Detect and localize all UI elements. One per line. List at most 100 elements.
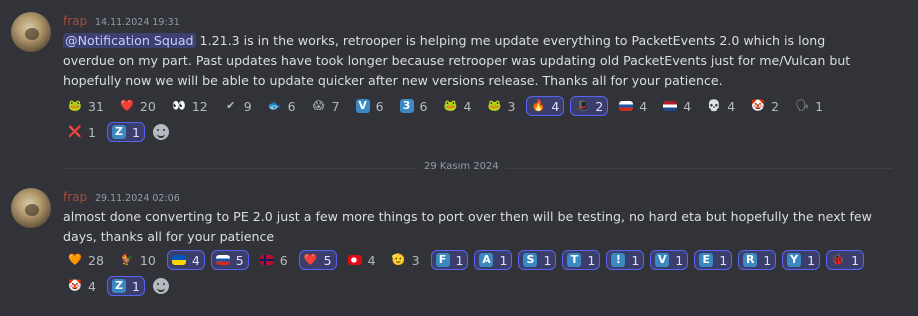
reaction-count: 12 bbox=[191, 98, 208, 114]
reaction-pill[interactable]: 🐸 31 bbox=[63, 96, 109, 116]
reaction-pill[interactable]: ❌ 1 bbox=[63, 122, 101, 142]
reaction-count: 1 bbox=[763, 252, 772, 268]
reaction-emoji: 🤡 bbox=[751, 99, 765, 112]
reaction-pill[interactable]: 🤡 4 bbox=[63, 276, 101, 296]
reaction-pill[interactable]: 👀 12 bbox=[167, 96, 213, 116]
reaction-count: 1 bbox=[131, 124, 140, 140]
reaction-count: 2 bbox=[595, 98, 604, 114]
reaction-pill[interactable]: 🐟 6 bbox=[263, 96, 301, 116]
reaction-emoji: 🐟 bbox=[267, 99, 282, 112]
reaction-emoji: V bbox=[355, 99, 370, 113]
reaction-count: 7 bbox=[331, 98, 340, 114]
timestamp: 29.11.2024 02:06 bbox=[94, 193, 180, 204]
reaction-emoji: 🔥 bbox=[531, 99, 546, 112]
reaction-pill[interactable]: 🔥 4 bbox=[526, 96, 565, 116]
add-reaction-icon[interactable] bbox=[152, 278, 169, 294]
reaction-pill[interactable]: 5 bbox=[210, 250, 249, 270]
reaction-pill[interactable]: F1 bbox=[430, 250, 469, 270]
reaction-emoji bbox=[171, 255, 186, 265]
reaction-count: 5 bbox=[323, 252, 332, 268]
reaction-count: 6 bbox=[287, 98, 296, 114]
reaction-pill[interactable]: 🎩 2 bbox=[570, 96, 609, 116]
message-header: frap 14.11.2024 19:31 bbox=[63, 14, 180, 28]
reaction-emoji bbox=[215, 255, 230, 265]
reaction-count: 4 bbox=[551, 98, 560, 114]
avatar[interactable] bbox=[11, 12, 51, 52]
reaction-pill[interactable]: 6 bbox=[255, 250, 293, 270]
reaction-pill[interactable]: ! 1 bbox=[606, 250, 645, 270]
reaction-pill[interactable]: 4 bbox=[343, 250, 381, 270]
reaction-pill[interactable]: E1 bbox=[694, 250, 733, 270]
reaction-count: 2 bbox=[771, 98, 780, 114]
reaction-count: 1 bbox=[499, 252, 508, 268]
reaction-count: 1 bbox=[543, 252, 552, 268]
message-text: almost done converting to PE 2.0 just a … bbox=[63, 209, 872, 244]
reaction-pill[interactable]: V6 bbox=[351, 96, 389, 116]
reaction-pill[interactable]: 🫡 3 bbox=[387, 250, 425, 270]
reaction-pill[interactable]: ❤️ 20 bbox=[115, 96, 161, 116]
reaction-count: 20 bbox=[139, 98, 156, 114]
reaction-pill[interactable]: 4 bbox=[166, 250, 205, 270]
message-content: @Notification Squad 1.21.3 is in the wor… bbox=[63, 31, 878, 91]
reaction-count: 1 bbox=[88, 124, 96, 140]
reaction-pill[interactable]: 🐸 3 bbox=[482, 96, 520, 116]
reaction-emoji: Y bbox=[787, 253, 802, 267]
reaction-pill[interactable]: 🐞 1 bbox=[826, 250, 865, 270]
reaction-emoji: 👀 bbox=[171, 99, 186, 112]
reaction-count: 6 bbox=[419, 98, 428, 114]
reaction-emoji: Z bbox=[111, 279, 126, 293]
reaction-pill[interactable]: V1 bbox=[650, 250, 689, 270]
reaction-count: 1 bbox=[131, 278, 140, 294]
reaction-pill[interactable]: 💀 4 bbox=[702, 96, 740, 116]
date-divider-label: 29 Kasım 2024 bbox=[418, 161, 505, 172]
username[interactable]: frap bbox=[63, 14, 87, 28]
reaction-emoji: 🎩 bbox=[575, 99, 590, 112]
reaction-emoji: ✔ bbox=[226, 99, 236, 112]
reaction-pill[interactable]: Z1 bbox=[106, 276, 145, 296]
reaction-pill[interactable]: 🐸 4 bbox=[438, 96, 476, 116]
reaction-count: 4 bbox=[727, 98, 736, 114]
avatar[interactable] bbox=[11, 188, 51, 228]
reaction-count: 4 bbox=[88, 278, 96, 294]
reaction-emoji: R bbox=[743, 253, 758, 267]
reaction-pill[interactable]: T1 bbox=[562, 250, 601, 270]
reaction-emoji: 🫡 bbox=[391, 253, 406, 266]
reaction-count: 4 bbox=[191, 252, 200, 268]
reaction-emoji bbox=[663, 101, 678, 111]
reaction-pill[interactable]: ❤️ 5 bbox=[298, 250, 337, 270]
reaction-count: 1 bbox=[719, 252, 728, 268]
reaction-count: 4 bbox=[683, 98, 692, 114]
reaction-pill[interactable]: Z1 bbox=[106, 122, 145, 142]
add-reaction-icon[interactable] bbox=[152, 124, 169, 140]
reaction-pill[interactable]: 🧡 28 bbox=[63, 250, 109, 270]
reaction-emoji: 💀 bbox=[707, 99, 722, 112]
reaction-pill[interactable]: 😱 7 bbox=[307, 96, 345, 116]
reaction-pill[interactable]: 🐓 10 bbox=[115, 250, 161, 270]
reaction-emoji: ❌ bbox=[68, 125, 82, 138]
reaction-pill[interactable]: A1 bbox=[474, 250, 513, 270]
reaction-pill[interactable]: 4 bbox=[658, 96, 696, 116]
reaction-emoji: ! bbox=[611, 253, 626, 267]
message-content: almost done converting to PE 2.0 just a … bbox=[63, 207, 878, 247]
reaction-count: 28 bbox=[88, 252, 104, 268]
reaction-count: 4 bbox=[463, 98, 472, 114]
reaction-pill[interactable]: 4 bbox=[614, 96, 652, 116]
reaction-pill[interactable]: Y1 bbox=[782, 250, 821, 270]
reaction-emoji: T bbox=[567, 253, 582, 267]
reaction-count: 10 bbox=[139, 252, 156, 268]
reaction-count: 1 bbox=[455, 252, 464, 268]
reaction-pill[interactable]: R1 bbox=[738, 250, 777, 270]
reaction-count: 9 bbox=[243, 98, 252, 114]
reaction-count: 1 bbox=[587, 252, 596, 268]
reaction-pill[interactable]: 🤡 2 bbox=[746, 96, 784, 116]
message-header: frap 29.11.2024 02:06 bbox=[63, 190, 180, 204]
reaction-pill[interactable]: S1 bbox=[518, 250, 557, 270]
reaction-count: 4 bbox=[367, 252, 376, 268]
reaction-count: 1 bbox=[807, 252, 816, 268]
reaction-count: 1 bbox=[851, 252, 860, 268]
username[interactable]: frap bbox=[63, 190, 87, 204]
role-mention[interactable]: @Notification Squad bbox=[63, 33, 196, 48]
reaction-pill[interactable]: 🗣 1 bbox=[790, 96, 828, 116]
reaction-pill[interactable]: 36 bbox=[395, 96, 433, 116]
reaction-pill[interactable]: ✔ 9 bbox=[219, 96, 257, 116]
